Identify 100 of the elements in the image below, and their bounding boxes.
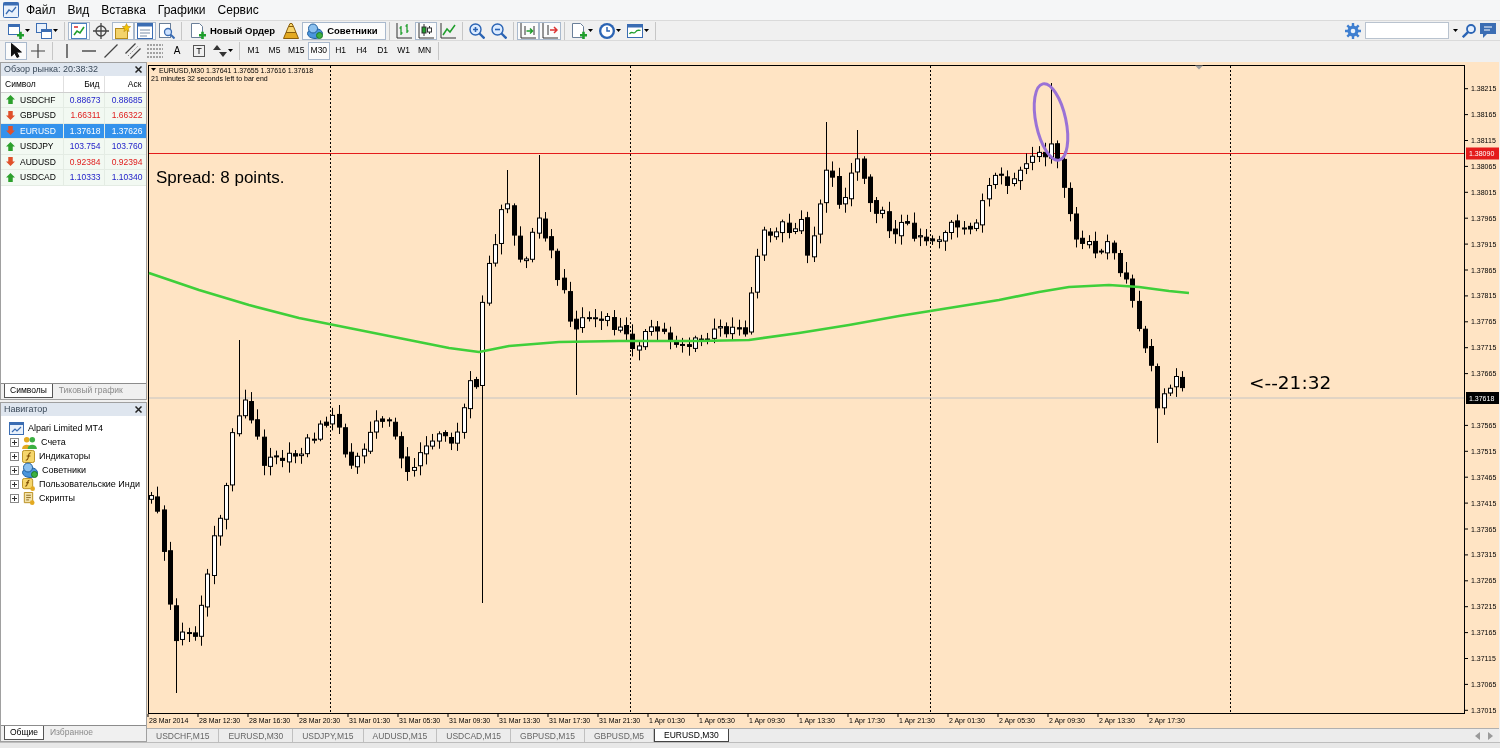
- plus-box-icon[interactable]: [10, 479, 19, 489]
- market-watch-button[interactable]: [68, 21, 90, 40]
- symbol-name: EURUSD: [20, 125, 56, 136]
- caret-icon: [644, 29, 650, 32]
- text-tool-button[interactable]: A: [166, 41, 188, 60]
- timeframe-button[interactable]: MN: [414, 41, 436, 60]
- function-icon: [22, 449, 35, 463]
- search-icon[interactable]: [1462, 23, 1476, 38]
- cursor-button[interactable]: [5, 41, 27, 60]
- bid-price: 1.66311: [63, 107, 104, 123]
- timeframe-button[interactable]: W1: [393, 41, 415, 60]
- crosshair-icon: [31, 43, 45, 58]
- panel-tab[interactable]: Символы: [4, 384, 53, 398]
- menu-item[interactable]: Сервис: [211, 1, 265, 19]
- terminal-icon: [9, 421, 24, 435]
- timeframe-button[interactable]: D1: [372, 41, 394, 60]
- caret-icon: [25, 29, 30, 32]
- market-watch-icon: [71, 22, 87, 39]
- document-plus-icon: [571, 22, 588, 39]
- menu-item[interactable]: Файл: [20, 1, 62, 19]
- chat-icon[interactable]: [1480, 23, 1496, 38]
- fibonacci-icon: [147, 43, 163, 58]
- people-icon: [22, 435, 37, 449]
- chart-shift-button[interactable]: [517, 21, 540, 40]
- close-icon[interactable]: [135, 66, 142, 73]
- bar-chart-icon: [396, 22, 413, 39]
- autoscroll-icon: [542, 22, 559, 39]
- tree-item[interactable]: Alpari Limited MT4: [28, 422, 104, 434]
- symbol-name: USDCHF: [20, 94, 56, 105]
- crosshair-circle-icon: [93, 22, 109, 39]
- ask-price: 0.92394: [104, 154, 146, 170]
- menu-item[interactable]: Графики: [151, 1, 212, 19]
- plus-box-icon[interactable]: [10, 437, 19, 447]
- tree-item[interactable]: Счета: [41, 436, 66, 448]
- data-window-button[interactable]: [90, 21, 112, 40]
- tree-item[interactable]: Пользовательские Инди: [39, 478, 141, 490]
- profiles-button[interactable]: [33, 21, 61, 40]
- tree-item[interactable]: Советники: [42, 464, 86, 476]
- column-header[interactable]: Символ: [1, 76, 63, 92]
- candlestick-button[interactable]: [415, 21, 438, 40]
- caret-icon: [151, 68, 156, 71]
- symbol-name: GBPUSD: [20, 110, 56, 121]
- plus-box-icon[interactable]: [10, 465, 19, 475]
- search-field[interactable]: [1365, 22, 1449, 39]
- vertical-line-icon: [66, 43, 68, 58]
- caret-icon: [53, 29, 58, 32]
- close-icon[interactable]: [135, 406, 142, 413]
- candlestick-icon: [418, 22, 435, 39]
- ask-price: 103.760: [104, 138, 146, 154]
- chart-annotation-text: <--21:32: [1249, 372, 1332, 393]
- chart-shift-icon: [520, 22, 537, 39]
- chart-annotation-text: Spread: 8 points.: [156, 168, 285, 187]
- caret-icon: [616, 29, 622, 32]
- caret-icon: [588, 29, 594, 32]
- cloud-icon: [22, 462, 38, 478]
- timeframe-button[interactable]: M5: [264, 41, 285, 60]
- new-order-button[interactable]: Новый Ордер: [185, 21, 281, 40]
- magnifier-document-icon: [159, 22, 175, 39]
- cloud-icon: [307, 22, 324, 39]
- caret-icon[interactable]: [1453, 29, 1458, 32]
- chart-window-icon[interactable]: [3, 2, 19, 18]
- plus-box-icon[interactable]: [10, 451, 19, 461]
- column-header[interactable]: Бид: [63, 76, 104, 92]
- trend-line-icon: [104, 43, 118, 58]
- text-label-button[interactable]: T: [188, 41, 210, 60]
- ingot-icon: [283, 22, 300, 39]
- panel-title: Обзор рынка: 20:38:32: [4, 64, 99, 75]
- tree-item[interactable]: Индикаторы: [39, 450, 91, 462]
- panel-title: Навигатор: [4, 404, 48, 415]
- symbol-name: AUDUSD: [20, 156, 56, 167]
- bid-price: 1.10333: [63, 169, 104, 185]
- zoom-out-icon: [491, 22, 508, 39]
- timeframe-button[interactable]: M1: [243, 41, 264, 60]
- document-plus-icon: [190, 22, 206, 39]
- panel-tab[interactable]: Общие: [4, 726, 44, 740]
- clock-icon: [599, 22, 616, 39]
- column-header[interactable]: Аск: [104, 76, 146, 92]
- timeframe-button[interactable]: M15: [285, 41, 308, 60]
- strategy-tester-button[interactable]: [156, 21, 178, 40]
- ask-price: 1.66322: [104, 107, 146, 123]
- timeframe-button[interactable]: H1: [330, 41, 352, 60]
- timeframe-button[interactable]: M30: [307, 41, 331, 60]
- symbol-name: USDJPY: [20, 141, 54, 152]
- timeframe-button[interactable]: H4: [351, 41, 373, 60]
- tree-item[interactable]: Скрипты: [39, 492, 75, 504]
- line-chart-icon: [440, 22, 457, 39]
- plus-box-icon[interactable]: [10, 493, 19, 503]
- scroll-icon: [22, 491, 35, 505]
- terminal-button[interactable]: [134, 21, 156, 40]
- symbol-name: USDCAD: [20, 172, 56, 183]
- bid-price: 103.754: [63, 138, 104, 154]
- chart-tab[interactable]: EURUSD,M30: [654, 729, 729, 742]
- window-wave-icon: [627, 22, 644, 39]
- menu-item[interactable]: Вид: [61, 1, 96, 19]
- horizontal-line-icon: [82, 49, 96, 52]
- menu-item[interactable]: Вставка: [95, 1, 152, 19]
- autoscroll-button[interactable]: [539, 21, 562, 40]
- gear-icon[interactable]: [1345, 22, 1361, 39]
- advisors-button[interactable]: Советники: [302, 21, 387, 40]
- terminal-window-icon: [137, 22, 153, 39]
